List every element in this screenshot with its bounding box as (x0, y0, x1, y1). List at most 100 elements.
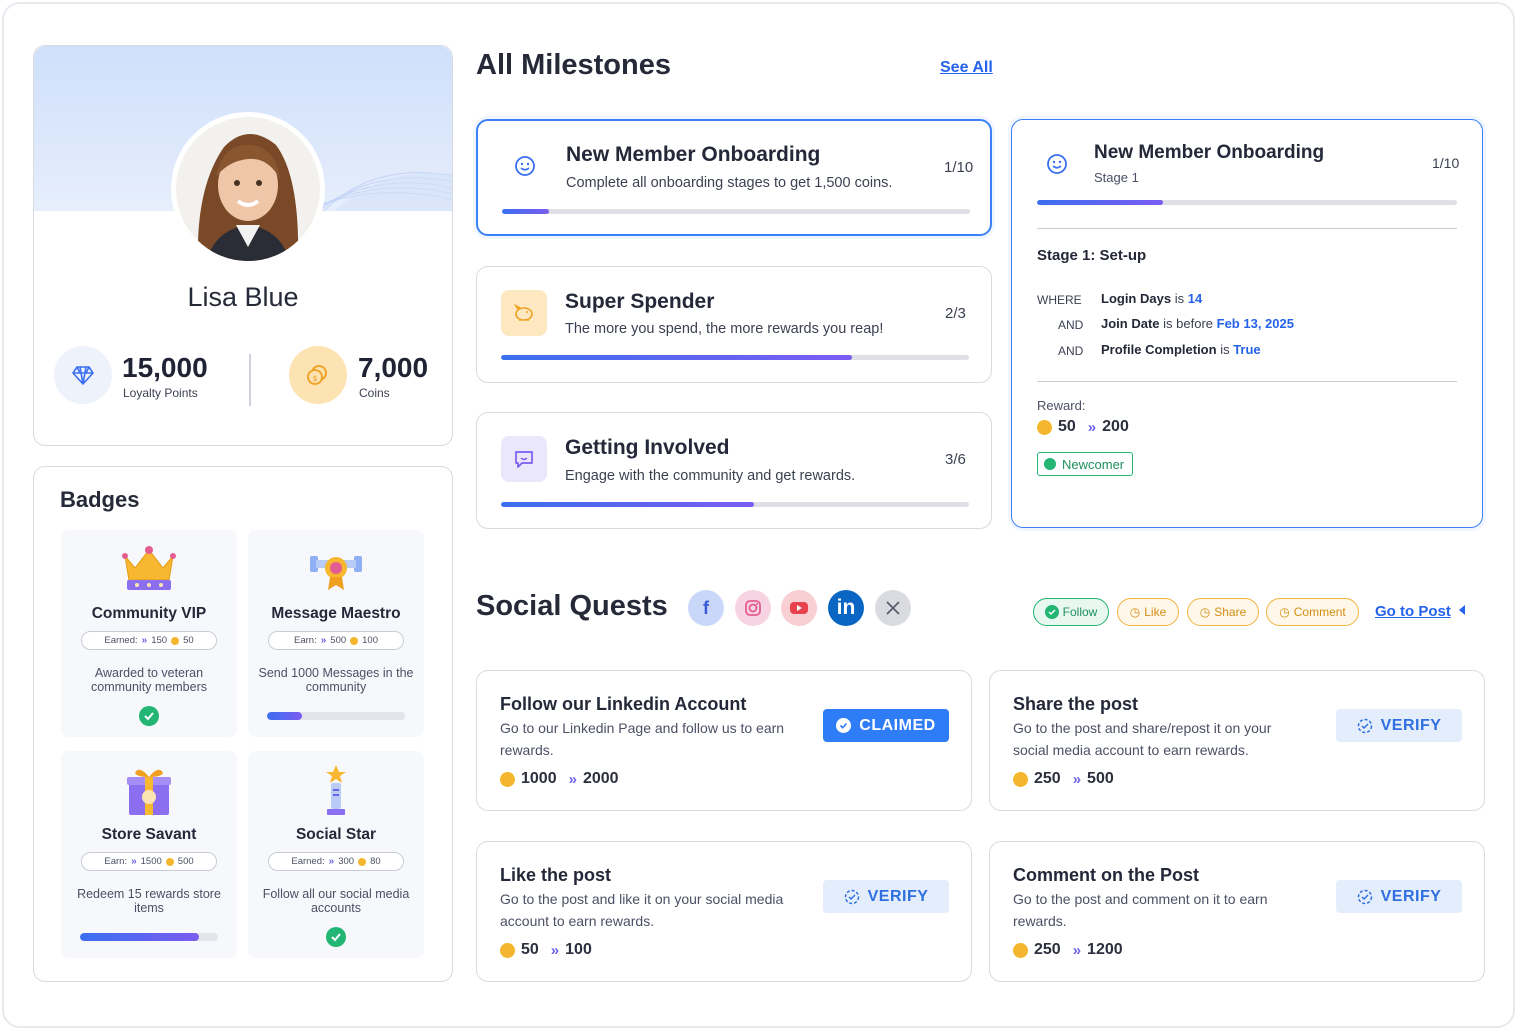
badge-progress-fill (80, 933, 199, 941)
quest-title: Like the post (500, 865, 612, 885)
avatar[interactable] (171, 112, 325, 266)
badge-earn-pill: Earned: » 300 80 (268, 852, 404, 871)
milestone-progress-fill (501, 355, 852, 360)
coin-icon (1013, 771, 1028, 787)
check-icon (1044, 605, 1059, 619)
condition-row: Login Days is 14 (1101, 291, 1203, 306)
xp-icon: » (320, 635, 327, 646)
condition-keyword: AND (1058, 344, 1084, 358)
loyalty-points-value: 15,000 (122, 352, 208, 383)
milestone-progress-bar (501, 355, 969, 360)
coins-icon: $ (307, 365, 327, 385)
instagram-icon[interactable] (735, 590, 771, 626)
claimed-button[interactable]: CLAIMED (823, 709, 949, 742)
xp-icon: » (1072, 941, 1082, 959)
detail-progress-bar (1037, 200, 1457, 205)
check-icon (139, 706, 159, 726)
milestone-detail-panel: New Member Onboarding Stage 1 1/10 Stage… (1011, 119, 1483, 528)
verify-button[interactable]: VERIFY (1336, 880, 1462, 913)
badge-title: Community VIP (91, 605, 207, 622)
verify-badge-icon (1357, 889, 1372, 904)
coins-badge: $ (289, 346, 347, 404)
milestone-card[interactable]: Getting Involved Engage with the communi… (476, 412, 992, 529)
facebook-icon[interactable]: f (688, 590, 724, 626)
badge-earn-pill: Earned: » 150 50 (81, 631, 217, 650)
earn-xp: 300 (338, 856, 355, 867)
go-to-post-link[interactable]: Go to Post (1375, 603, 1451, 620)
quest-card: Share the post Go to the post and share/… (989, 670, 1485, 811)
x-icon[interactable] (875, 590, 911, 626)
quest-reward: 250 » 500 (1013, 770, 1114, 788)
piggy-bank-icon-wrap (501, 290, 547, 336)
filter-chip-comment[interactable]: ◷ Comment (1266, 598, 1359, 626)
coin-icon (165, 857, 174, 866)
badge-desc: Send 1000 Messages in the community (258, 666, 414, 694)
filter-chip-like[interactable]: ◷ Like (1117, 598, 1179, 626)
verify-button[interactable]: VERIFY (823, 880, 949, 913)
milestone-card[interactable]: Super Spender The more you spend, the mo… (476, 266, 992, 383)
earn-xp: 1500 (140, 856, 162, 867)
milestone-title: New Member Onboarding (566, 143, 821, 166)
earn-xp: 150 (151, 635, 168, 646)
clock-icon: ◷ (1199, 605, 1211, 619)
verify-button[interactable]: VERIFY (1336, 709, 1462, 742)
milestone-title: Super Spender (565, 290, 715, 313)
chat-icon-wrap (501, 436, 547, 482)
caret-left-icon[interactable] (1459, 605, 1465, 615)
filter-chip-share[interactable]: ◷ Share (1187, 598, 1259, 626)
badge-message-maestro[interactable]: Message Maestro Earn: » 500 100 Send 1000… (248, 530, 424, 737)
coin-icon (1037, 419, 1052, 435)
piggy-bank-icon (513, 303, 533, 321)
milestone-progress-bar (501, 502, 969, 507)
clock-icon: ◷ (1129, 605, 1141, 619)
badges-card: Badges Community VIP Earned: » 150 50 Awa… (33, 466, 453, 982)
see-all-link[interactable]: See All (940, 59, 993, 77)
quest-title: Follow our Linkedin Account (500, 694, 747, 714)
stat-divider (249, 354, 251, 406)
detail-stage: Stage 1 (1094, 170, 1139, 185)
profile-name: Lisa Blue (187, 282, 299, 312)
badge-title: Store Savant (101, 826, 197, 843)
coin-icon (500, 942, 515, 958)
xp-icon: » (141, 635, 148, 646)
coins-label: Coins (359, 386, 390, 400)
earn-coins: 80 (370, 856, 381, 867)
earn-xp: 500 (330, 635, 347, 646)
xp-icon: » (328, 856, 335, 867)
svg-text:$: $ (312, 374, 317, 383)
badge-progress-fill (267, 712, 302, 720)
quest-desc: Go to the post and share/repost it on yo… (1013, 720, 1272, 758)
quest-desc: Go to the post and comment on it to earn… (1013, 891, 1268, 929)
badge-community-vip[interactable]: Community VIP Earned: » 150 50 Awarded to… (61, 530, 237, 737)
milestone-card[interactable]: New Member Onboarding Complete all onboa… (476, 119, 992, 236)
badge-progress-bar (267, 712, 405, 720)
filter-chip-follow[interactable]: Follow (1033, 598, 1109, 626)
badge-store-savant[interactable]: Store Savant Earn: » 1500 500 Redeem 15 r… (61, 751, 237, 958)
milestone-desc: Complete all onboarding stages to get 1,… (566, 175, 893, 191)
gift-box-icon (127, 769, 171, 815)
milestones-title: All Milestones (476, 49, 671, 81)
smiley-icon (515, 156, 535, 176)
milestone-desc: Engage with the community and get reward… (565, 468, 856, 484)
badge-earn-pill: Earn: » 1500 500 (81, 852, 217, 871)
coins-value: 7,000 (358, 352, 429, 383)
quest-desc: Go to the post and like it on your socia… (500, 891, 784, 929)
quest-card: Comment on the Post Go to the post and c… (989, 841, 1485, 982)
profile-card: Lisa Blue 15,000 Loyalty Points $ 7,000 … (33, 45, 453, 446)
divider (1037, 228, 1457, 229)
clock-icon: ◷ (1279, 605, 1290, 619)
reward-label: Reward: (1037, 398, 1086, 413)
quest-card: Follow our Linkedin Account Go to our Li… (476, 670, 972, 811)
badge-earn-pill: Earn: » 500 100 (268, 631, 404, 650)
chat-icon (515, 451, 533, 468)
coin-icon (358, 857, 367, 866)
earn-label: Earn: (104, 856, 128, 867)
quest-reward: 250 » 1200 (1013, 941, 1123, 959)
coin-icon (350, 636, 359, 645)
badge-social-star[interactable]: Social Star Earned: » 300 80 Follow all o… (248, 751, 424, 958)
detail-progress-fill (1037, 200, 1163, 205)
badges-title: Badges (60, 487, 140, 512)
linkedin-icon[interactable]: in (828, 590, 864, 626)
youtube-icon[interactable] (781, 590, 817, 626)
tag-dot-icon (1044, 458, 1056, 470)
